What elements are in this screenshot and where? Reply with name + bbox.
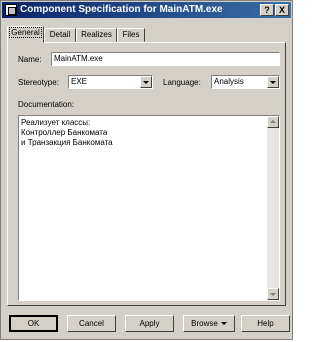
name-field[interactable]: MainATM.exe [51,52,280,66]
stereotype-combo[interactable]: EXE [68,75,153,89]
chevron-down-icon[interactable] [140,76,152,88]
help-title-button[interactable]: ? [260,4,274,16]
apply-button[interactable]: Apply [125,315,174,332]
ok-button[interactable]: OK [9,315,58,332]
language-value: Analysis [214,77,244,86]
browse-label: Browse [191,319,218,328]
tab-general-label: General [9,27,42,38]
arrow-down-icon[interactable] [267,288,279,300]
window-icon [5,4,17,16]
component-spec-dialog: Component Specification for MainATM.exe … [0,0,293,340]
tab-realizes[interactable]: Realizes [76,28,117,42]
general-tab-panel: Name: MainATM.exe Stereotype: EXE Langua… [7,42,286,306]
documentation-text: Реализует классы: Контроллер Банкомата и… [21,118,113,147]
help-button[interactable]: Help [241,315,290,332]
browse-button[interactable]: Browse [183,315,235,332]
stereotype-label: Stereotype: [18,78,59,87]
documentation-label: Documentation: [18,100,75,109]
tab-realizes-label: Realizes [81,30,112,39]
tab-files-label: Files [122,30,140,39]
tab-detail-label: Detail [49,30,71,39]
name-label: Name: [18,55,42,64]
language-label: Language: [163,78,201,87]
arrow-up-icon[interactable] [267,116,279,128]
documentation-textarea[interactable]: Реализует классы: Контроллер Банкомата и… [18,115,280,301]
language-combo[interactable]: Analysis [211,75,280,89]
close-button[interactable]: X [275,4,289,16]
tab-files[interactable]: Files [117,28,145,42]
chevron-down-icon [220,322,227,326]
tab-general[interactable]: General [7,26,44,43]
vertical-scrollbar[interactable] [267,116,279,300]
window-title: Component Specification for MainATM.exe [20,4,223,15]
cancel-button[interactable]: Cancel [67,315,116,332]
title-bar[interactable]: Component Specification for MainATM.exe … [2,2,291,18]
chevron-down-icon[interactable] [267,76,279,88]
tab-detail[interactable]: Detail [44,28,76,42]
stereotype-value: EXE [71,77,88,86]
